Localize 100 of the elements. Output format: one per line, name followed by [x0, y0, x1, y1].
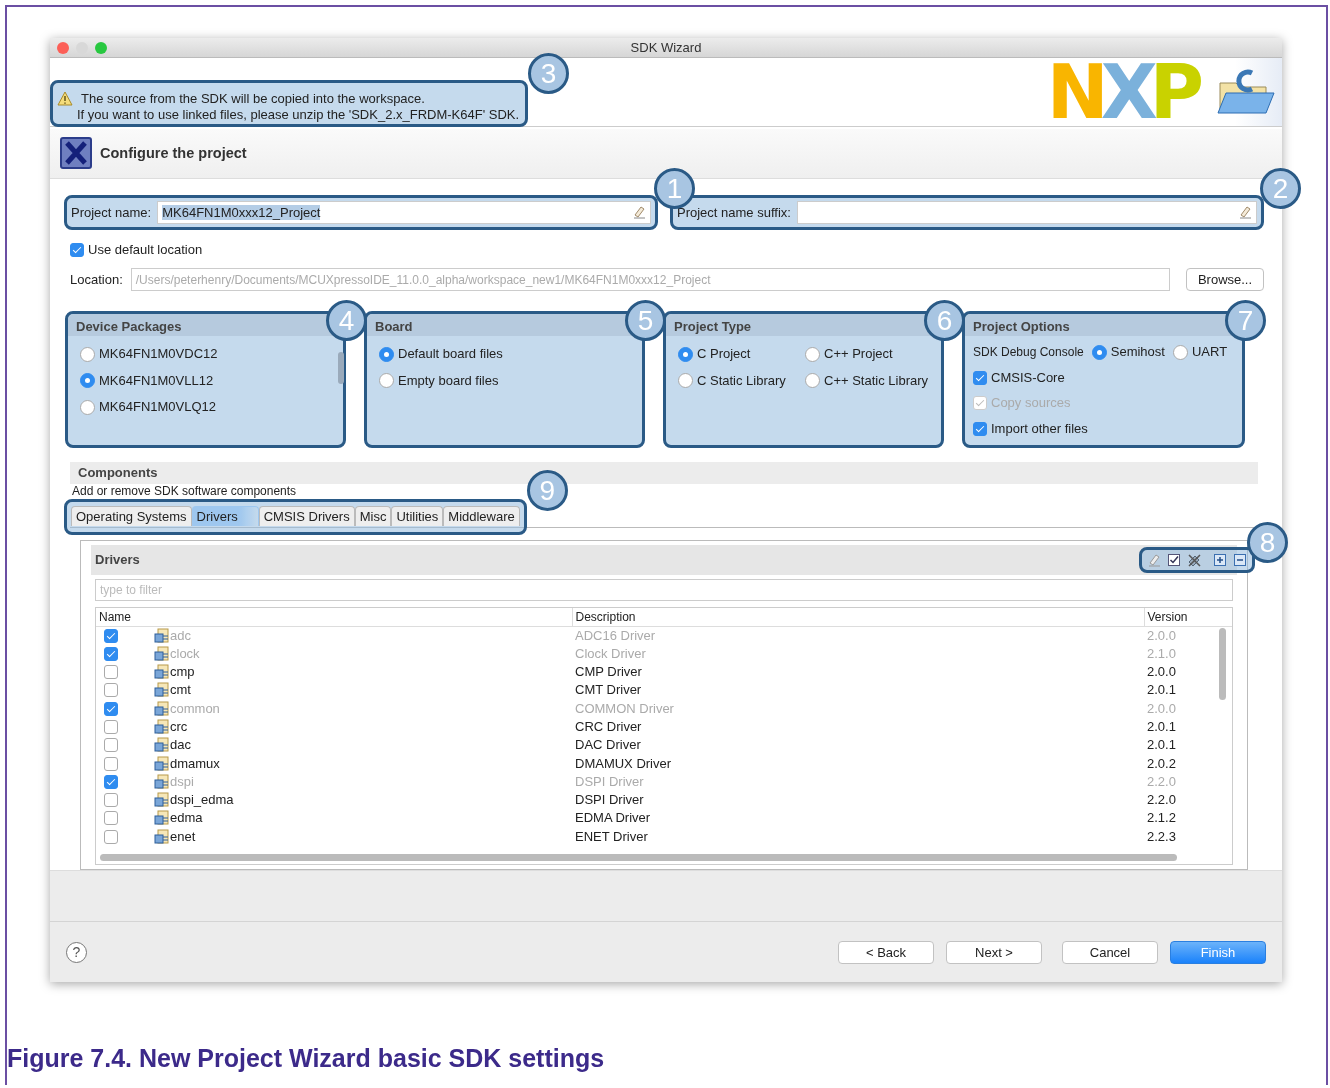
radio-button[interactable]: [80, 346, 95, 362]
callout-number: 7: [1225, 300, 1266, 342]
driver-name: cmt: [170, 682, 191, 699]
crossed-out-icon[interactable]: [1187, 552, 1201, 567]
tab[interactable]: Operating Systems: [71, 505, 192, 526]
checkbox[interactable]: [104, 811, 118, 826]
field-label: SDK Debug Console: [973, 344, 1084, 362]
notice-text: The source from the SDK will be copied into the workspace.: [81, 91, 426, 107]
radio-label: MK64FN1M0VLL12: [99, 371, 214, 390]
wizard-button[interactable]: Cancel: [1062, 940, 1158, 964]
table-cell-text: CRC Driver: [574, 718, 643, 736]
folder-icon: [1214, 67, 1276, 117]
table-cell-text: CMT Driver: [574, 681, 643, 700]
table-cell-text: 2.1.2: [1146, 809, 1177, 828]
component-icon: [154, 627, 170, 644]
checkbox-label: Copy sources: [991, 394, 1071, 413]
table-cell-text: 2.0.0: [1146, 699, 1177, 718]
window-control-icon[interactable]: [95, 42, 107, 54]
checkbox-label: Use default location: [88, 240, 203, 259]
driver-name: dspi_edma: [170, 792, 234, 809]
driver-name: dspi: [170, 773, 194, 790]
checkbox[interactable]: [104, 665, 118, 680]
radio-label: C++ Static Library: [824, 371, 929, 390]
scrollbar[interactable]: [1219, 627, 1226, 700]
table-cell: 2.0.0: [1144, 626, 1232, 645]
tab[interactable]: Misc: [354, 505, 392, 526]
radio-label: Default board files: [398, 345, 503, 364]
page-title: Configure the project: [100, 143, 247, 163]
logo: NXP: [1046, 59, 1205, 125]
component-icon: [154, 719, 170, 735]
callout-number: 2: [1260, 167, 1301, 209]
collapse-icon[interactable]: [1233, 552, 1247, 567]
checkbox[interactable]: [973, 421, 987, 436]
table-cell-text: EDMA Driver: [574, 809, 652, 828]
radio-button[interactable]: [678, 346, 693, 362]
clear-icon[interactable]: [1147, 552, 1161, 567]
checkbox[interactable]: [104, 683, 118, 698]
radio-label: Empty board files: [398, 371, 499, 390]
radio-button[interactable]: [1091, 344, 1107, 360]
table-cell-text: 2.0.1: [1146, 736, 1177, 755]
clear-icon[interactable]: [1238, 205, 1252, 220]
radio-button[interactable]: [678, 373, 693, 389]
checkbox[interactable]: [973, 370, 987, 385]
wizard-button[interactable]: Next >: [946, 940, 1042, 964]
section-subtitle: Add or remove SDK software components: [71, 483, 297, 498]
radio-button[interactable]: [805, 373, 820, 389]
callout-number: 8: [1247, 521, 1288, 563]
radio-button[interactable]: [1172, 344, 1188, 360]
table-cell-text: 2.0.0: [1146, 663, 1177, 682]
column-header: Version: [1144, 607, 1232, 627]
project-name-field[interactable]: MK64FN1M0xxx12_Project: [157, 200, 651, 224]
radio-button[interactable]: [379, 346, 394, 362]
table-cell: ADC16 Driver: [572, 626, 1144, 645]
checkbox[interactable]: [104, 738, 118, 753]
checkbox[interactable]: [104, 793, 118, 808]
radio-button[interactable]: [379, 373, 394, 389]
tab[interactable]: CMSIS Drivers: [258, 505, 355, 526]
wizard-icon: [60, 137, 92, 170]
window-title: SDK Wizard: [630, 40, 702, 55]
radio-button[interactable]: [80, 373, 95, 389]
tab[interactable]: Utilities: [391, 505, 444, 526]
expand-icon[interactable]: [1213, 552, 1227, 567]
radio-label: UART: [1191, 343, 1228, 362]
window-control-icon[interactable]: [57, 42, 69, 54]
driver-name: crc: [170, 719, 188, 735]
field-label: Project name:: [71, 203, 152, 222]
suffix-field[interactable]: [796, 200, 1257, 224]
checkbox[interactable]: [104, 829, 118, 844]
filter-field[interactable]: type to filter: [95, 578, 1233, 601]
table-cell-text: 2.2.0: [1146, 772, 1177, 791]
checkbox[interactable]: [104, 720, 118, 734]
radio-label: C++ Project: [824, 345, 893, 364]
component-icon: [154, 664, 170, 681]
driver-name: clock: [170, 645, 200, 662]
component-icon: [154, 792, 170, 809]
scrollbar[interactable]: [338, 352, 344, 385]
driver-name: adc: [170, 627, 191, 644]
table-cell-text: DAC Driver: [574, 736, 642, 755]
radio-label: C Project: [697, 345, 751, 364]
table-cell-text: 2.2.3: [1146, 827, 1177, 846]
component-icon: [154, 645, 170, 662]
component-icon: [154, 773, 170, 790]
radio-label: C Static Library: [697, 371, 786, 390]
table-cell-text: 2.0.1: [1146, 718, 1177, 736]
tab[interactable]: Middleware: [443, 505, 520, 526]
checkbox[interactable]: [70, 242, 84, 257]
checkbox-icon[interactable]: [1167, 552, 1181, 567]
radio-button[interactable]: [80, 399, 95, 415]
clear-icon[interactable]: [632, 205, 646, 220]
help-button[interactable]: ?: [66, 941, 87, 963]
table-cell-text: ENET Driver: [574, 827, 649, 846]
radio-button[interactable]: [805, 346, 820, 362]
tab[interactable]: Drivers: [191, 505, 259, 526]
component-icon: [154, 755, 170, 772]
checkbox[interactable]: [104, 756, 118, 771]
scrollbar[interactable]: [100, 853, 1177, 861]
wizard-button[interactable]: < Back: [838, 940, 934, 964]
notice-text: If you want to use linked files, please unzip the 'SDK_2.x_FRDM-K64F' SDK.: [77, 107, 520, 123]
table-cell-text: 2.2.0: [1146, 791, 1177, 810]
driver-name: common: [170, 700, 220, 717]
